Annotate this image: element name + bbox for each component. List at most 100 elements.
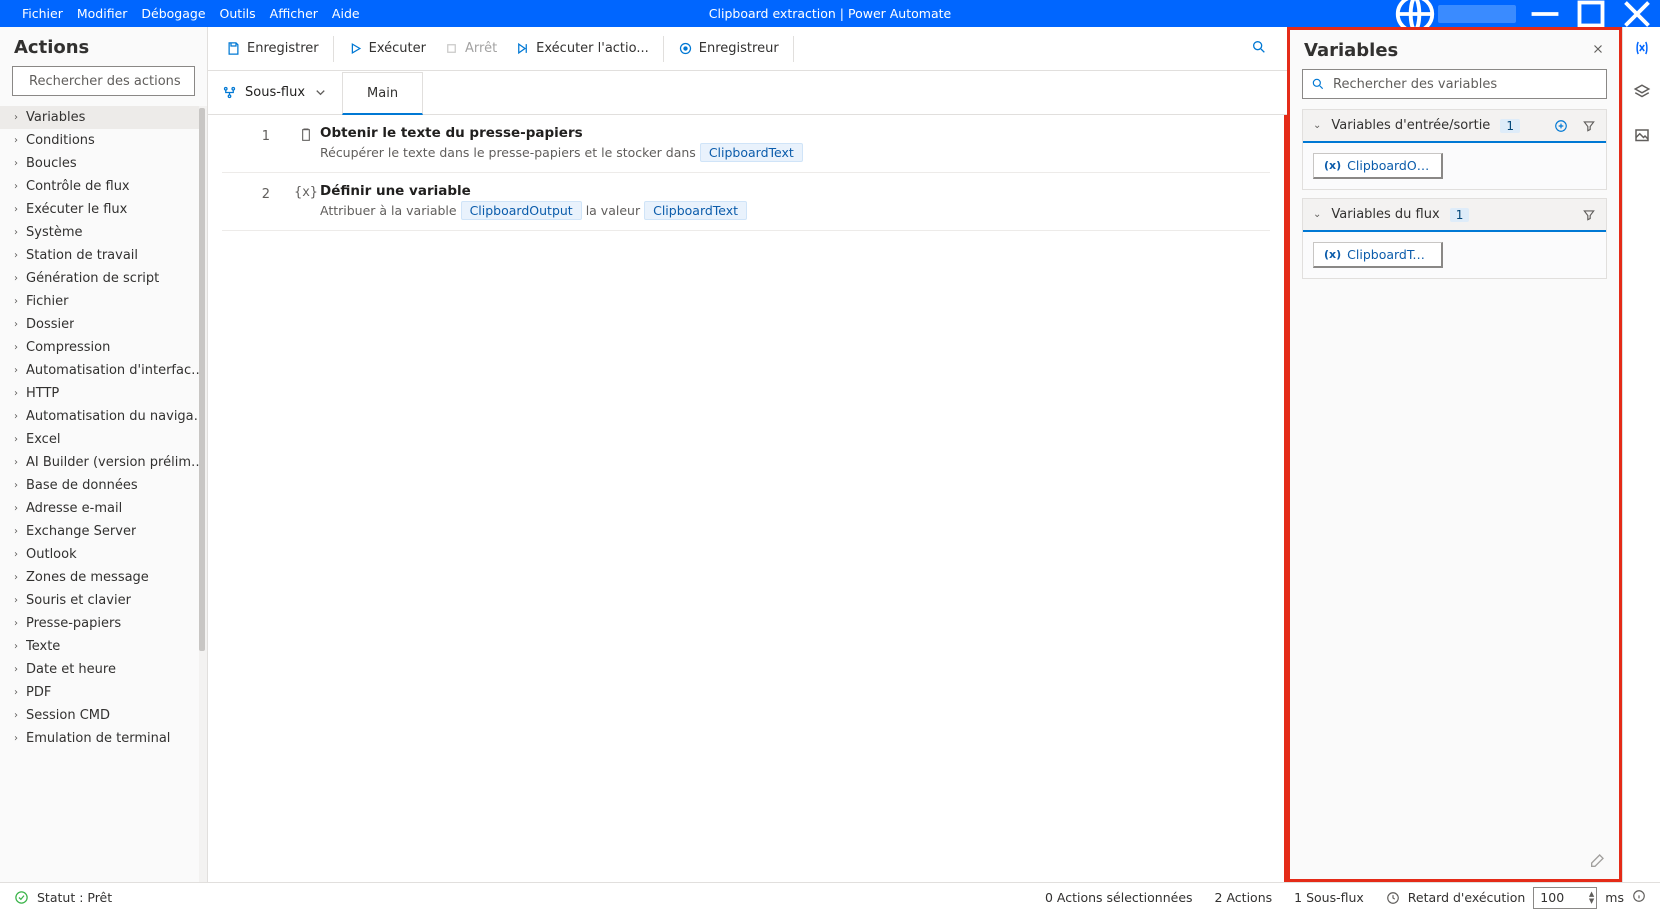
search-icon <box>1251 39 1267 55</box>
status-subflows: 1 Sous-flux <box>1294 890 1364 905</box>
variable-chip: ClipboardOutput <box>461 201 582 220</box>
menu-bar: Fichier Modifier Débogage Outils Affiche… <box>0 6 360 21</box>
image-icon <box>1633 127 1651 145</box>
delay-stepper[interactable]: ▲▼ <box>1589 891 1594 905</box>
flow-step[interactable]: 2{x}Définir une variable Attribuer à la v… <box>222 173 1270 231</box>
flow-canvas[interactable]: 1Obtenir le texte du presse-papiersRécup… <box>208 115 1287 882</box>
action-category[interactable]: ›Session CMD <box>0 704 207 727</box>
action-category[interactable]: ›Dossier <box>0 313 207 336</box>
actions-search-input[interactable] <box>12 66 195 96</box>
action-category[interactable]: ›Base de données <box>0 474 207 497</box>
action-category[interactable]: ›Excel <box>0 428 207 451</box>
action-category[interactable]: ›Génération de script <box>0 267 207 290</box>
user-account[interactable] <box>1438 5 1516 23</box>
variable-section: ⌄Variables d'entrée/sortie1(x)ClipboardO… <box>1302 109 1607 190</box>
action-category[interactable]: ›Compression <box>0 336 207 359</box>
rail-images-button[interactable] <box>1633 127 1651 149</box>
actions-panel: Actions ›Variables›Conditions›Boucles›Co… <box>0 27 208 882</box>
chevron-right-icon: › <box>14 549 18 560</box>
menu-file[interactable]: Fichier <box>22 6 63 21</box>
chevron-right-icon: › <box>14 250 18 261</box>
recorder-button[interactable]: Enregistreur <box>670 35 787 62</box>
action-category[interactable]: ›Adresse e-mail <box>0 497 207 520</box>
variable-item[interactable]: (x)ClipboardOutp... <box>1313 153 1443 179</box>
chevron-right-icon: › <box>14 595 18 606</box>
menu-view[interactable]: Afficher <box>270 6 318 21</box>
chevron-right-icon: › <box>14 572 18 583</box>
action-category[interactable]: ›Outlook <box>0 543 207 566</box>
status-bar: Statut : Prêt 0 Actions sélectionnées 2 … <box>0 882 1660 912</box>
variables-panel: Variables ⌄Variables d'entrée/sortie1(x)… <box>1287 27 1622 882</box>
action-category[interactable]: ›Fichier <box>0 290 207 313</box>
action-category[interactable]: ›Contrôle de flux <box>0 175 207 198</box>
subflows-dropdown[interactable]: Sous-flux <box>208 71 342 114</box>
action-category[interactable]: ›Émulation de terminal <box>0 727 207 750</box>
save-button[interactable]: Enregistrer <box>218 35 327 62</box>
action-category[interactable]: ›Automatisation d'interface utilisateur <box>0 359 207 382</box>
chevron-right-icon: › <box>14 411 18 422</box>
action-category[interactable]: ›Boucles <box>0 152 207 175</box>
close-button[interactable] <box>1614 0 1660 27</box>
flow-step[interactable]: 1Obtenir le texte du presse-papiersRécup… <box>222 115 1270 173</box>
variable-section-title: Variables du flux <box>1331 207 1439 222</box>
step-description: Attribuer à la variable ClipboardOutput … <box>320 201 1270 220</box>
minimize-button[interactable] <box>1522 0 1568 27</box>
search-icon <box>1311 77 1325 91</box>
chevron-right-icon: › <box>14 112 18 123</box>
rail-variables-button[interactable] <box>1633 39 1651 61</box>
menu-tools[interactable]: Outils <box>220 6 256 21</box>
actions-scrollbar[interactable] <box>199 106 207 882</box>
run-button[interactable]: Exécuter <box>340 35 434 62</box>
variable-section-header[interactable]: ⌄Variables d'entrée/sortie1 <box>1303 110 1606 143</box>
filter-icon[interactable] <box>1582 208 1596 222</box>
delay-info-button[interactable] <box>1632 889 1646 906</box>
action-category[interactable]: ›Zones de message <box>0 566 207 589</box>
clear-variables-button[interactable] <box>1589 853 1605 873</box>
action-category[interactable]: ›Texte <box>0 635 207 658</box>
action-category[interactable]: ›Station de travail <box>0 244 207 267</box>
variable-item[interactable]: (x)ClipboardText <box>1313 242 1443 268</box>
action-category[interactable]: ›Date et heure <box>0 658 207 681</box>
chevron-right-icon: › <box>14 618 18 629</box>
action-category[interactable]: ›Automatisation du navigateur <box>0 405 207 428</box>
flow-search-button[interactable] <box>1241 33 1277 65</box>
action-category[interactable]: ›PDF <box>0 681 207 704</box>
chevron-right-icon: › <box>14 457 18 468</box>
action-category[interactable]: ›Exchange Server <box>0 520 207 543</box>
variable-section-title: Variables d'entrée/sortie <box>1331 118 1490 133</box>
step-title: Définir une variable <box>320 183 1270 199</box>
variable-chip: ClipboardText <box>700 143 803 162</box>
menu-help[interactable]: Aide <box>332 6 360 21</box>
step-number: 2 <box>222 183 292 220</box>
action-category[interactable]: ›Presse-papiers <box>0 612 207 635</box>
step-number: 1 <box>222 125 292 162</box>
menu-edit[interactable]: Modifier <box>77 6 128 21</box>
globe-icon[interactable] <box>1392 0 1438 27</box>
variable-section-header[interactable]: ⌄Variables du flux1 <box>1303 199 1606 232</box>
chevron-right-icon: › <box>14 227 18 238</box>
action-category[interactable]: ›Conditions <box>0 129 207 152</box>
delay-input[interactable]: 100 ▲▼ <box>1533 887 1597 909</box>
action-category[interactable]: ›AI Builder (version préliminaire) <box>0 451 207 474</box>
run-next-action-button[interactable]: Exécuter l'actio... <box>507 35 657 62</box>
add-icon[interactable] <box>1554 119 1568 133</box>
rail-ui-elements-button[interactable] <box>1633 83 1651 105</box>
action-category[interactable]: ›Système <box>0 221 207 244</box>
action-category[interactable]: ›Variables <box>0 106 207 129</box>
maximize-button[interactable] <box>1568 0 1614 27</box>
menu-debug[interactable]: Débogage <box>141 6 205 21</box>
variable-count-badge: 1 <box>1450 208 1470 222</box>
action-category[interactable]: ›HTTP <box>0 382 207 405</box>
filter-icon[interactable] <box>1582 119 1596 133</box>
action-category[interactable]: ›Exécuter le flux <box>0 198 207 221</box>
close-icon <box>1591 42 1605 56</box>
close-variables-button[interactable] <box>1591 42 1605 60</box>
variables-search-input[interactable] <box>1302 69 1607 99</box>
action-category[interactable]: ›Souris et clavier <box>0 589 207 612</box>
variables-search-field[interactable] <box>1333 77 1598 92</box>
actions-search-field[interactable] <box>29 74 199 89</box>
step-icon: {x} <box>292 183 320 220</box>
variable-count-badge: 1 <box>1500 119 1520 133</box>
status-selected: 0 Actions sélectionnées <box>1045 890 1193 905</box>
tab-main[interactable]: Main <box>342 72 423 115</box>
